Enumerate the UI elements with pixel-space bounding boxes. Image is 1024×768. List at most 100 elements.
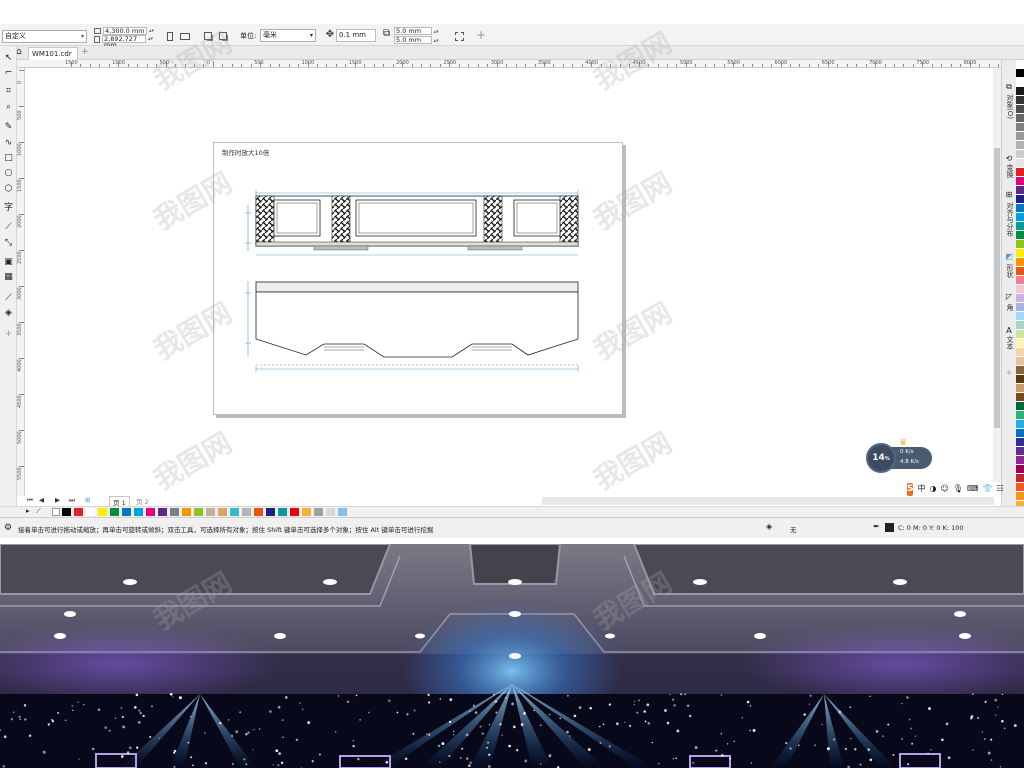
punctuation-icon[interactable]: ◑ [929, 482, 936, 496]
docker-tab-transform[interactable]: 变换 [1003, 164, 1016, 178]
color-swatch[interactable] [302, 508, 311, 516]
color-swatch[interactable] [1016, 231, 1024, 240]
color-swatch[interactable] [1016, 456, 1024, 465]
color-swatch[interactable] [1016, 168, 1024, 177]
color-swatch[interactable] [278, 508, 287, 516]
menu-icon[interactable]: ☷ [996, 482, 1003, 496]
rectangle-tool-icon[interactable]: □ [3, 153, 14, 164]
color-swatch[interactable] [1016, 150, 1024, 159]
ime-mode-text[interactable]: 中 [917, 482, 925, 496]
transparency-tool-icon[interactable]: ▦ [3, 272, 14, 283]
spinner-icon[interactable]: ▴▾ [432, 29, 439, 35]
polygon-tool-icon[interactable]: ⬡ [3, 184, 14, 195]
color-swatch[interactable] [194, 508, 203, 516]
color-swatch[interactable] [1016, 285, 1024, 294]
freehand-tool-icon[interactable]: ✎ [3, 122, 14, 133]
keyboard-icon[interactable]: ⌨ [967, 482, 979, 496]
ellipse-tool-icon[interactable]: ○ [3, 168, 14, 179]
spinner-icon[interactable]: ▴▾ [149, 27, 154, 35]
color-swatch[interactable] [1016, 492, 1024, 501]
color-swatch[interactable] [1016, 69, 1024, 78]
page-height-field[interactable]: 2,892.727 mm [102, 35, 146, 48]
docker-tab-text[interactable]: 文本 [1003, 336, 1016, 350]
landscape-button[interactable] [178, 29, 192, 43]
spinner-icon[interactable]: ▴▾ [148, 35, 153, 43]
connector-tool-icon[interactable]: ⤡ [3, 238, 14, 249]
all-pages-button[interactable] [201, 29, 215, 43]
color-swatch[interactable] [1016, 87, 1024, 96]
fill-indicator-icon[interactable]: ◈ [766, 522, 772, 531]
color-swatch[interactable] [1016, 447, 1024, 456]
color-swatch[interactable] [1016, 483, 1024, 492]
skin-icon[interactable]: 👕 [983, 482, 993, 496]
color-swatch[interactable] [74, 508, 83, 516]
color-palette-horizontal[interactable]: ▸ ⟋ [0, 506, 1024, 517]
color-swatch[interactable] [1016, 141, 1024, 150]
color-swatch[interactable] [290, 508, 299, 516]
new-tab-icon[interactable]: + [81, 47, 89, 57]
color-swatch[interactable] [1016, 114, 1024, 123]
drawing-page[interactable]: 制作时放大10倍 [213, 142, 623, 415]
color-swatch[interactable] [146, 508, 155, 516]
color-swatch[interactable] [1016, 123, 1024, 132]
color-swatch[interactable] [1016, 276, 1024, 285]
color-swatch[interactable] [1016, 474, 1024, 483]
color-swatch[interactable] [314, 508, 323, 516]
eyedropper-icon[interactable]: ⟋ [36, 507, 41, 516]
color-swatch[interactable] [1016, 60, 1024, 69]
color-swatch[interactable] [1016, 132, 1024, 141]
color-swatch[interactable] [110, 508, 119, 516]
color-swatch[interactable] [1016, 294, 1024, 303]
color-swatch[interactable] [1016, 186, 1024, 195]
add-icon[interactable]: + [476, 28, 486, 42]
add-page-icon[interactable]: ⊞ [85, 496, 90, 504]
microphone-icon[interactable]: 🎙 [953, 482, 963, 496]
ime-toolbar[interactable]: S 中 ◑ ☺ 🎙 ⌨ 👕 ☷ [907, 482, 1004, 496]
color-swatch[interactable] [182, 508, 191, 516]
shape-tool-icon[interactable]: ⌐ [3, 68, 14, 79]
eyedropper-tool-icon[interactable]: ⟋ [3, 293, 14, 304]
line-tool-icon[interactable]: ⟋ [3, 222, 14, 233]
color-swatch[interactable] [98, 508, 107, 516]
text-tool-icon[interactable]: 字 [3, 203, 14, 214]
network-monitor-widget[interactable]: 0 K/s 4.8 K/s 14% ♛ [866, 438, 934, 473]
color-swatch[interactable] [1016, 204, 1024, 213]
horizontal-ruler[interactable]: 1500 1000 500 0 500 1000 1500 2000 2500 3000 3500 4… [17, 60, 1001, 68]
color-swatch[interactable] [1016, 222, 1024, 231]
color-swatch[interactable] [1016, 240, 1024, 249]
scroll-thumb[interactable] [994, 148, 1000, 428]
vertical-ruler[interactable]: 0 500 1000 1500 2000 2500 3000 3500 4000 4500 5000… [17, 68, 25, 496]
vertical-scrollbar[interactable] [993, 68, 1001, 496]
color-swatch[interactable] [326, 508, 335, 516]
outline-pen-icon[interactable]: ✒ [873, 522, 880, 531]
stage-drawing[interactable] [214, 143, 624, 416]
color-swatch[interactable] [1016, 375, 1024, 384]
color-swatch[interactable] [1016, 177, 1024, 186]
color-swatch[interactable] [1016, 105, 1024, 114]
color-swatch[interactable] [254, 508, 263, 516]
color-swatch[interactable] [1016, 420, 1024, 429]
color-swatch[interactable] [266, 508, 275, 516]
crop-tool-icon[interactable]: ⌗ [3, 86, 14, 97]
nudge-distance-field[interactable]: 0.1 mm [336, 29, 376, 42]
color-swatch[interactable] [206, 508, 215, 516]
docker-tab-objects[interactable]: 对象(O) [1003, 94, 1016, 119]
spinner-icon[interactable]: ▴▾ [432, 38, 439, 44]
shadow-tool-icon[interactable]: ▣ [3, 257, 14, 268]
color-swatch[interactable] [158, 508, 167, 516]
color-swatch[interactable] [62, 508, 71, 516]
no-color-swatch[interactable] [52, 508, 60, 516]
color-swatch[interactable] [1016, 78, 1024, 87]
color-swatch[interactable] [1016, 429, 1024, 438]
color-swatch[interactable] [242, 508, 251, 516]
color-swatch[interactable] [1016, 348, 1024, 357]
last-page-icon[interactable]: ⏭ [69, 496, 75, 505]
docker-tab-shape[interactable]: 形状 [1003, 264, 1016, 278]
color-swatch[interactable] [1016, 393, 1024, 402]
outline-color-swatch[interactable] [885, 523, 894, 532]
dup-x-field[interactable]: 5.0 mm [394, 27, 432, 35]
color-swatch[interactable] [1016, 195, 1024, 204]
gear-icon[interactable]: ⚙ [4, 523, 12, 533]
page-width-field[interactable]: 4,300.0 mm [103, 27, 147, 35]
color-swatch[interactable] [338, 508, 347, 516]
